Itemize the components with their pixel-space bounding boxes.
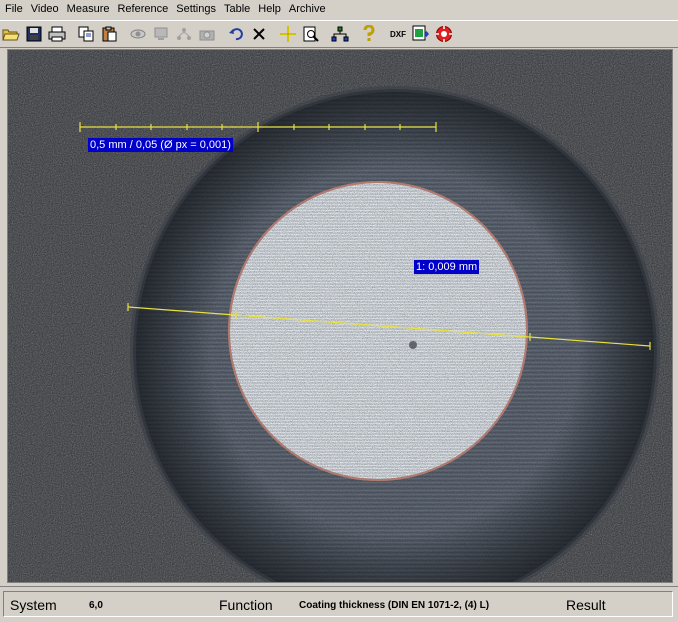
paste-button[interactable] (98, 23, 120, 45)
microscope-image (8, 50, 672, 582)
save-button[interactable] (23, 23, 45, 45)
measurement-label[interactable]: 1: 0,009 mm (414, 260, 480, 274)
camera-button[interactable] (196, 23, 218, 45)
copy-icon (78, 26, 94, 42)
menu-bar: File Video Measure Reference Settings Ta… (0, 0, 678, 19)
delete-x-icon (253, 28, 265, 40)
copy-button[interactable] (75, 23, 97, 45)
system-value: 6,0 (89, 600, 103, 611)
tree-button[interactable] (173, 23, 195, 45)
stop-icon (436, 26, 452, 42)
crosshair-button[interactable] (277, 23, 299, 45)
delete-button[interactable] (248, 23, 270, 45)
open-folder-icon (2, 29, 20, 41)
function-value: Coating thickness (DIN EN 1071-2, (4) L) (299, 600, 490, 611)
help-button[interactable] (358, 23, 380, 45)
camera-icon (199, 30, 215, 41)
result-label: Result (566, 597, 606, 613)
status-bar: System 6,0 Function Coating thickness (D… (0, 586, 678, 622)
monitor-button[interactable] (150, 23, 172, 45)
menu-table[interactable]: Table (220, 0, 254, 19)
menu-reference[interactable]: Reference (113, 0, 172, 19)
eye-icon (130, 29, 146, 39)
menu-file[interactable]: File (0, 0, 27, 19)
crosshair-icon (280, 26, 296, 42)
function-label: Function (219, 597, 273, 613)
zoom-page-icon (303, 26, 319, 42)
dxf-export-button[interactable]: DXF (387, 23, 409, 45)
microscope-image-view[interactable]: 0,5 mm / 0,05 (Ø px = 0,001) 1: 0,009 mm (7, 49, 673, 583)
paste-icon (102, 26, 117, 42)
undo-button[interactable] (225, 23, 247, 45)
network-button[interactable] (329, 23, 351, 45)
monitor-icon (154, 27, 168, 40)
save-disk-icon (26, 26, 42, 42)
menu-settings[interactable]: Settings (172, 0, 220, 19)
tree-icon (177, 28, 191, 40)
print-button[interactable] (46, 23, 68, 45)
undo-icon (229, 28, 243, 41)
menu-measure[interactable]: Measure (63, 0, 114, 19)
zoom-page-button[interactable] (300, 23, 322, 45)
excel-export-icon (412, 25, 429, 41)
toolbar: DXF (0, 20, 678, 48)
open-folder-button[interactable] (0, 23, 22, 45)
scale-label: 0,5 mm / 0,05 (Ø px = 0,001) (88, 138, 233, 152)
menu-video[interactable]: Video (27, 0, 63, 19)
excel-export-button[interactable] (410, 23, 432, 45)
menu-archive[interactable]: Archive (285, 0, 330, 19)
print-icon (48, 26, 66, 42)
system-label: System (10, 597, 57, 613)
status-panel: System 6,0 Function Coating thickness (D… (3, 591, 673, 617)
dxf-export-icon: DXF (390, 29, 406, 39)
help-icon (363, 25, 375, 41)
network-icon (331, 26, 349, 42)
eye-button[interactable] (127, 23, 149, 45)
stop-button[interactable] (433, 23, 455, 45)
menu-help[interactable]: Help (254, 0, 285, 19)
